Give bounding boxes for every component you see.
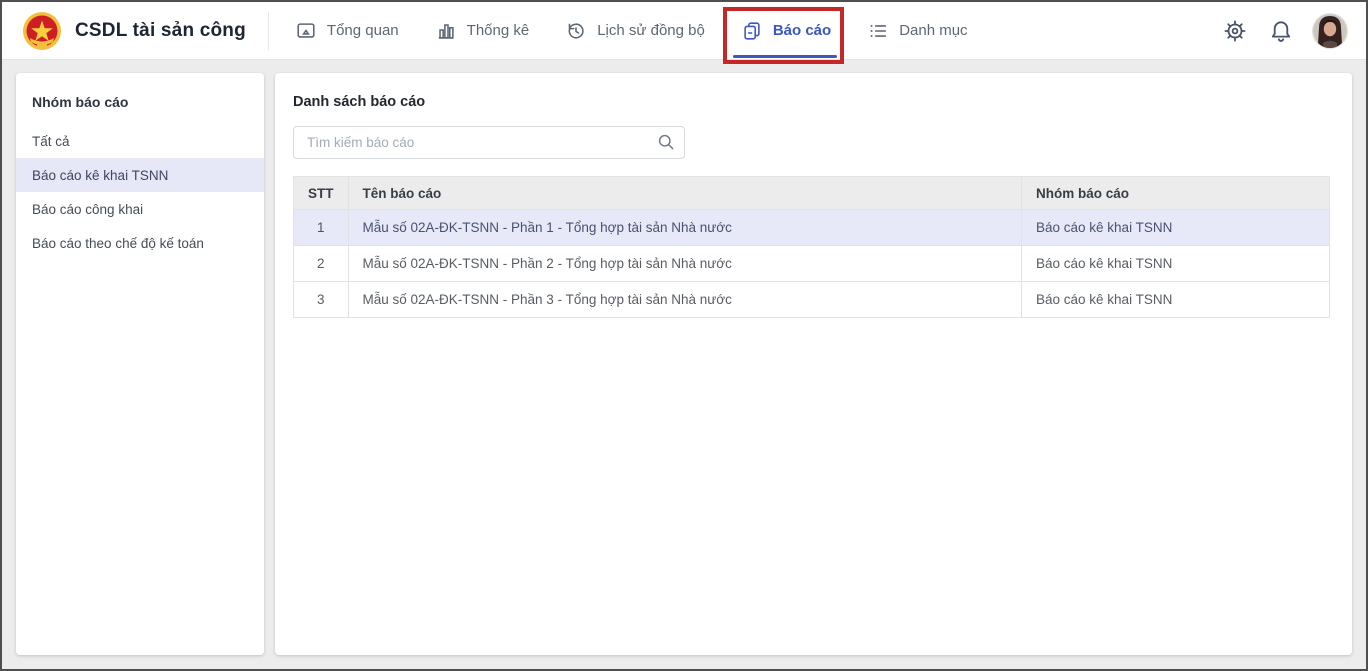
table-row[interactable]: 3 Mẫu số 02A-ĐK-TSNN - Phần 3 - Tổng hợp… [293,281,1330,318]
app-window: CSDL tài sản công Tổng quan Thống kê Lịc… [0,0,1368,671]
vietnam-emblem-logo [23,11,61,50]
settings-button[interactable] [1220,16,1250,46]
notifications-button[interactable] [1266,16,1296,46]
column-header-name: Tên báo cáo [347,176,1022,210]
nav-tab-thong-ke[interactable]: Thống kê [433,2,532,59]
app-header: CSDL tài sản công Tổng quan Thống kê Lịc… [2,2,1366,64]
sidebar-item-label: Báo cáo công khai [32,201,144,217]
cell-report-group: Báo cáo kê khai TSNN [1021,209,1330,246]
sync-history-icon [568,22,584,39]
avatar-image [1313,13,1347,48]
overview-icon [297,22,315,38]
cell-report-name: Mẫu số 02A-ĐK-TSNN - Phần 1 - Tổng hợp t… [347,209,1022,246]
statistics-icon [438,23,454,39]
table-row[interactable]: 2 Mẫu số 02A-ĐK-TSNN - Phần 2 - Tổng hợp… [293,245,1330,282]
sidebar-item-label: Tất cả [32,133,70,149]
table-header-row: STT Tên báo cáo Nhóm báo cáo [293,176,1330,210]
cell-report-group: Báo cáo kê khai TSNN [1021,281,1330,318]
report-group-sidebar: Nhóm báo cáo Tất cả Báo cáo kê khai TSNN… [16,73,264,655]
nav-tab-tong-quan[interactable]: Tổng quan [293,2,401,59]
report-icon [744,21,760,40]
cell-stt: 3 [293,281,349,318]
sidebar-item-label: Báo cáo theo chế độ kế toán [32,235,204,251]
user-avatar[interactable] [1312,12,1348,49]
cell-report-group: Báo cáo kê khai TSNN [1021,245,1330,282]
nav-tab-label: Lịch sử đồng bộ [597,22,705,39]
nav-tab-label: Tổng quan [326,22,399,39]
page-title: Danh sách báo cáo [293,94,426,110]
cell-report-name: Mẫu số 02A-ĐK-TSNN - Phần 3 - Tổng hợp t… [347,281,1022,318]
sidebar-item-bao-cao-theo-che-do-ke-toan[interactable]: Báo cáo theo chế độ kế toán [16,226,264,260]
sidebar-title: Nhóm báo cáo [32,94,129,110]
cell-report-name: Mẫu số 02A-ĐK-TSNN - Phần 2 - Tổng hợp t… [347,245,1022,282]
nav-tab-bao-cao[interactable]: Báo cáo [722,2,845,64]
search-icon[interactable] [656,132,676,152]
search-input[interactable] [293,126,685,159]
catalog-icon [870,24,887,37]
cell-stt: 2 [293,245,349,282]
cell-stt: 1 [293,209,349,246]
nav-tab-label: Thống kê [466,22,530,39]
search-box [293,126,685,159]
report-table: STT Tên báo cáo Nhóm báo cáo 1 Mẫu số 02… [293,176,1330,318]
content-area: Nhóm báo cáo Tất cả Báo cáo kê khai TSNN… [2,60,1366,669]
column-header-group: Nhóm báo cáo [1021,176,1330,210]
sidebar-item-tat-ca[interactable]: Tất cả [16,124,264,158]
sidebar-item-label: Báo cáo kê khai TSNN [32,167,169,183]
column-header-stt: STT [293,176,349,210]
header-divider [267,11,269,50]
main-nav: Tổng quan Thống kê Lịch sử đồng bộ Báo c… [293,2,1002,64]
nav-tab-danh-muc[interactable]: Danh mục [865,2,969,59]
table-row[interactable]: 1 Mẫu số 02A-ĐK-TSNN - Phần 1 - Tổng hợp… [293,209,1330,246]
sidebar-item-bao-cao-ke-khai-tsnn[interactable]: Báo cáo kê khai TSNN [16,158,264,192]
active-tab-underline [732,55,838,58]
nav-tab-label: Danh mục [899,22,968,39]
app-title: CSDL tài sản công [75,19,246,41]
bell-icon [1271,20,1291,42]
nav-tab-label: Báo cáo [772,22,832,39]
gear-icon [1224,20,1246,41]
report-list-panel: Danh sách báo cáo STT Tên báo cáo Nhóm b… [275,73,1352,655]
nav-tab-lich-su-dong-bo[interactable]: Lịch sử đồng bộ [563,2,707,59]
sidebar-item-bao-cao-cong-khai[interactable]: Báo cáo công khai [16,192,264,226]
